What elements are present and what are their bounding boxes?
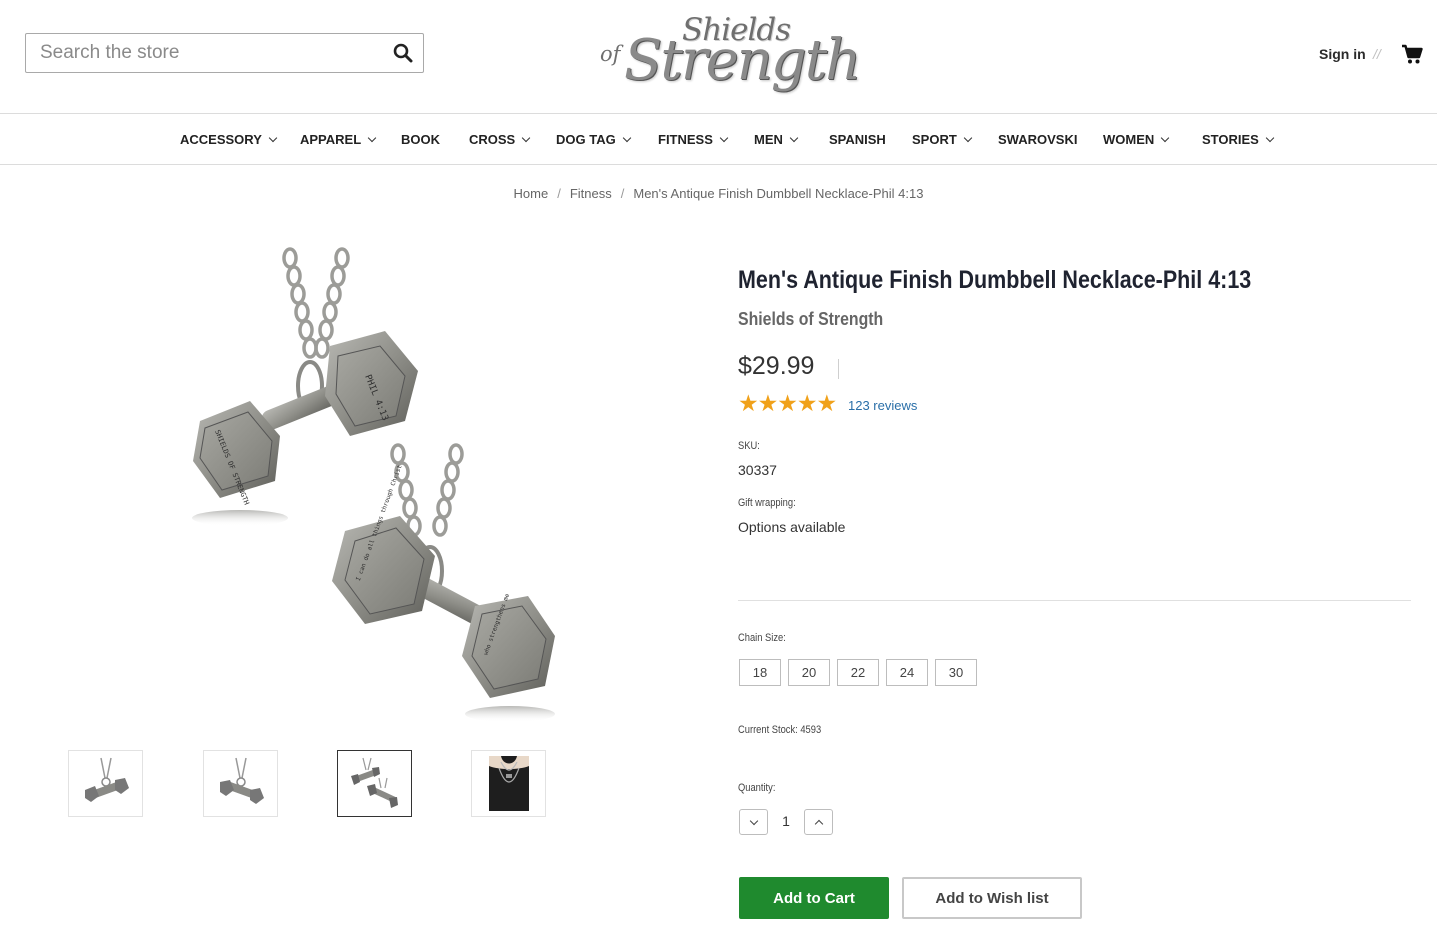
nav-item-accessory[interactable]: ACCESSORY — [180, 132, 278, 147]
chain-size-label: Chain Size: — [738, 632, 786, 644]
site-logo[interactable]: Shields of Strength — [598, 12, 861, 94]
search-input[interactable] — [26, 34, 383, 72]
details-divider — [738, 600, 1411, 601]
product-title: Men's Antique Finish Dumbbell Necklace-P… — [738, 266, 1252, 294]
nav-item-fitness[interactable]: FITNESS — [658, 132, 729, 147]
sku-value: 30337 — [738, 462, 777, 478]
nav-label: FITNESS — [658, 132, 713, 147]
breadcrumb-current[interactable]: Men's Antique Finish Dumbbell Necklace-P… — [633, 186, 923, 201]
logo-of: of — [600, 42, 621, 66]
breadcrumb-fitness[interactable]: Fitness — [570, 186, 612, 201]
nav-item-women[interactable]: WOMEN — [1103, 132, 1170, 147]
nav-item-book[interactable]: BOOK — [401, 132, 440, 147]
current-stock: Current Stock: 4593 — [738, 724, 822, 736]
breadcrumb-separator: / — [557, 186, 561, 201]
chevron-down-icon — [622, 133, 631, 143]
chevron-down-icon — [367, 133, 377, 143]
sku-label: SKU: — [738, 440, 760, 452]
chain-size-18[interactable]: 18 — [739, 659, 781, 686]
chain-size-24[interactable]: 24 — [886, 659, 928, 686]
nav-label: BOOK — [401, 132, 440, 147]
chevron-down-icon — [719, 133, 729, 143]
nav-label: SPORT — [912, 132, 957, 147]
chevron-down-icon — [521, 133, 531, 143]
reviews-link[interactable]: 123 reviews — [848, 398, 917, 413]
chevron-down-icon — [268, 133, 278, 143]
nav-label: APPAREL — [300, 132, 362, 147]
nav-label: ACCESSORY — [180, 132, 262, 147]
search-box[interactable] — [25, 33, 424, 73]
thumbnail-3[interactable] — [337, 750, 412, 817]
quantity-label: Quantity: — [738, 782, 776, 794]
nav-label: SPANISH — [829, 132, 886, 147]
add-to-wishlist-button[interactable]: Add to Wish list — [902, 877, 1082, 919]
nav-item-apparel[interactable]: APPAREL — [300, 132, 377, 147]
breadcrumb-home[interactable]: Home — [514, 186, 549, 201]
nav-item-sport[interactable]: SPORT — [912, 132, 973, 147]
gift-wrapping-label: Gift wrapping: — [738, 497, 796, 509]
product-brand[interactable]: Shields of Strength — [738, 309, 883, 330]
product-main-image[interactable]: PHIL 4:13 SHIELDS OF STRENGTH I can do a… — [160, 236, 580, 736]
thumbnail-4[interactable] — [471, 750, 546, 817]
chain-size-20[interactable]: 20 — [788, 659, 830, 686]
add-to-cart-button[interactable]: Add to Cart — [739, 877, 889, 919]
sign-in-link[interactable]: Sign in — [1319, 46, 1366, 62]
cart-icon[interactable] — [1401, 43, 1423, 65]
thumbnail-1[interactable] — [68, 750, 143, 817]
quantity-decrease-button[interactable] — [739, 809, 768, 835]
quantity-increase-button[interactable] — [804, 809, 833, 835]
price-divider — [838, 359, 839, 379]
rating-stars: ★★★★★ — [738, 390, 837, 416]
breadcrumb-separator: / — [620, 186, 625, 201]
breadcrumb: Home / Fitness / Men's Antique Finish Dumbbe… — [0, 186, 1437, 201]
main-nav: ACCESSORY APPAREL BOOK CROSS DOG TAG FIT… — [0, 115, 1437, 165]
nav-label: SWAROVSKI — [998, 132, 1078, 147]
nav-label: DOG TAG — [556, 132, 616, 147]
nav-label: WOMEN — [1103, 132, 1155, 147]
nav-item-swarovski[interactable]: SWAROVSKI — [998, 132, 1077, 147]
site-header: Shields of Strength Sign in // — [0, 0, 1437, 114]
nav-item-cross[interactable]: CROSS — [469, 132, 531, 147]
nav-item-men[interactable]: MEN — [754, 132, 799, 147]
nav-item-spanish[interactable]: SPANISH — [829, 132, 886, 147]
nav-label: MEN — [754, 132, 783, 147]
chain-size-30[interactable]: 30 — [935, 659, 977, 686]
search-icon[interactable] — [383, 34, 423, 72]
header-separator: // — [1373, 46, 1381, 62]
chain-size-22[interactable]: 22 — [837, 659, 879, 686]
nav-label: STORIES — [1202, 132, 1259, 147]
gift-wrapping-value: Options available — [738, 519, 846, 535]
chevron-up-icon — [814, 819, 823, 828]
chevron-down-icon — [749, 816, 758, 825]
nav-label: CROSS — [469, 132, 516, 147]
chevron-down-icon — [1161, 133, 1170, 143]
thumbnail-2[interactable] — [203, 750, 278, 817]
nav-item-stories[interactable]: STORIES — [1202, 132, 1275, 147]
chevron-down-icon — [789, 133, 799, 143]
chevron-down-icon — [1265, 133, 1275, 143]
product-price: $29.99 — [738, 352, 815, 380]
nav-item-dog-tag[interactable]: DOG TAG — [556, 132, 631, 147]
chevron-down-icon — [963, 133, 973, 143]
quantity-value[interactable]: 1 — [772, 813, 800, 829]
logo-strength: Strength — [624, 28, 861, 93]
